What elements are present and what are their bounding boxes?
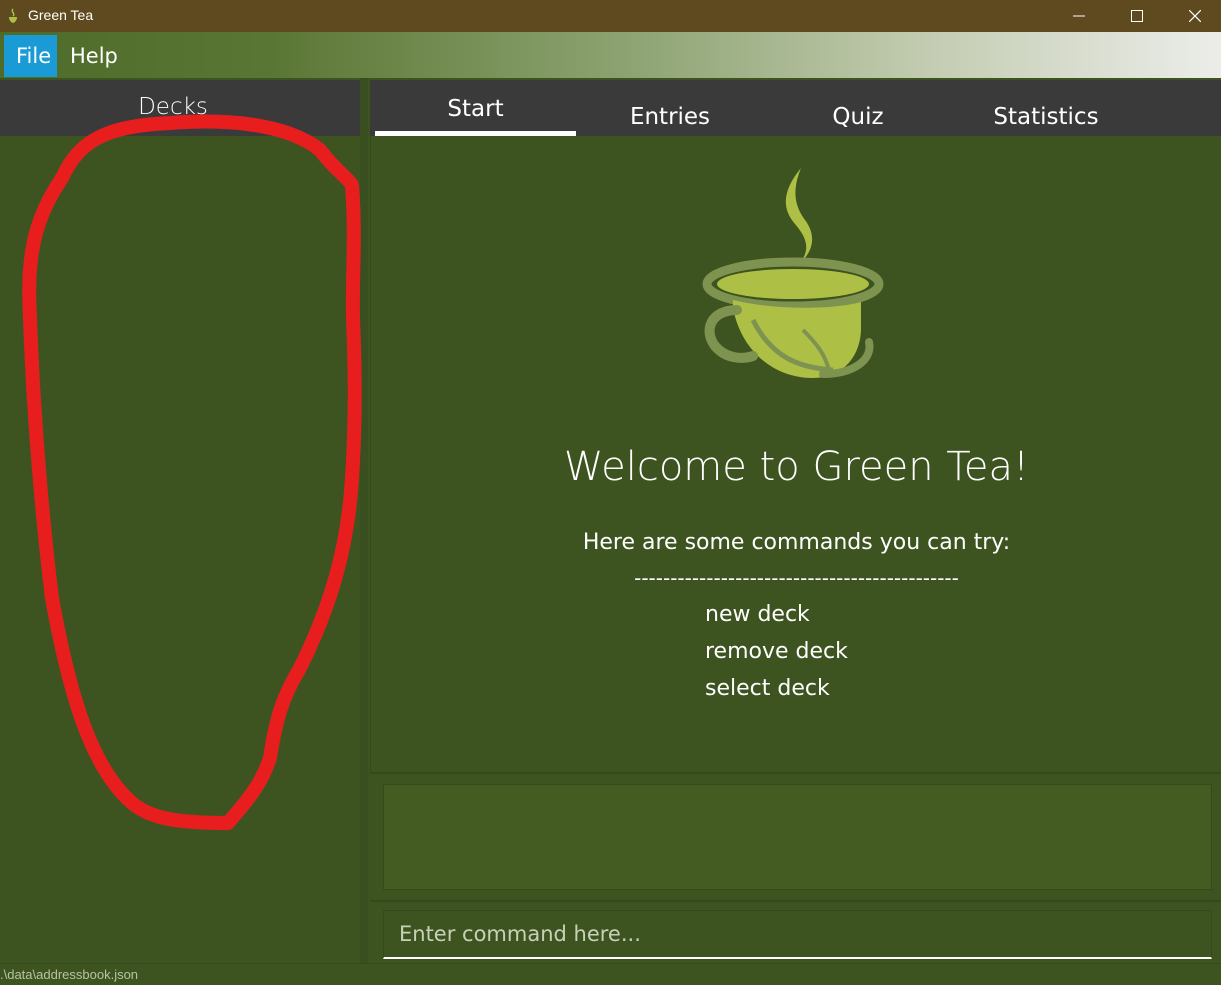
tea-cup-icon — [702, 168, 884, 378]
title-bar: Green Tea — [0, 0, 1221, 32]
command-area — [370, 900, 1221, 965]
command-suggestion: new deck — [705, 602, 810, 627]
tab-statistics-label: Statistics — [993, 104, 1099, 130]
menu-help[interactable]: Help — [58, 35, 130, 77]
main-panel: Start Entries Quiz Statistics Welcome to… — [370, 78, 1221, 965]
tab-start[interactable]: Start — [375, 80, 576, 136]
result-display[interactable] — [383, 784, 1212, 890]
menu-file[interactable]: File — [4, 35, 57, 77]
tea-leaf-icon — [9, 8, 17, 23]
data-file-path: .\data\addressbook.json — [0, 967, 139, 982]
tab-entries[interactable]: Entries — [575, 80, 765, 136]
tab-bar: Start Entries Quiz Statistics — [370, 80, 1221, 136]
command-input[interactable] — [383, 910, 1212, 959]
minimize-button[interactable] — [1050, 0, 1108, 32]
close-button[interactable] — [1166, 0, 1221, 32]
tab-entries-label: Entries — [629, 104, 711, 130]
tab-quiz[interactable]: Quiz — [765, 80, 951, 136]
decks-panel: Decks — [0, 78, 368, 963]
tab-start-label: Start — [447, 96, 504, 122]
red-annotation-outline — [22, 114, 362, 830]
hint-rule: ----------------------------------------… — [634, 566, 959, 590]
status-bar: .\data\addressbook.json — [0, 963, 1221, 985]
maximize-button[interactable] — [1108, 0, 1166, 32]
maximize-icon — [1131, 10, 1143, 22]
commands-hint: Here are some commands you can try: — [582, 530, 1011, 555]
window-title: Green Tea — [28, 7, 94, 23]
start-page: Welcome to Green Tea! Here are some comm… — [370, 136, 1221, 772]
tab-statistics[interactable]: Statistics — [951, 80, 1141, 136]
minimize-icon — [1073, 15, 1085, 17]
result-area — [370, 772, 1221, 902]
app-window: Green Tea File Help Decks Start Entries … — [0, 0, 1221, 985]
tab-quiz-label: Quiz — [832, 104, 884, 130]
command-suggestion: remove deck — [705, 639, 848, 664]
close-icon — [1189, 10, 1201, 22]
menu-bar: File Help — [0, 32, 1221, 78]
command-suggestion: select deck — [705, 676, 830, 701]
welcome-heading: Welcome to Green Tea! — [563, 444, 1030, 490]
